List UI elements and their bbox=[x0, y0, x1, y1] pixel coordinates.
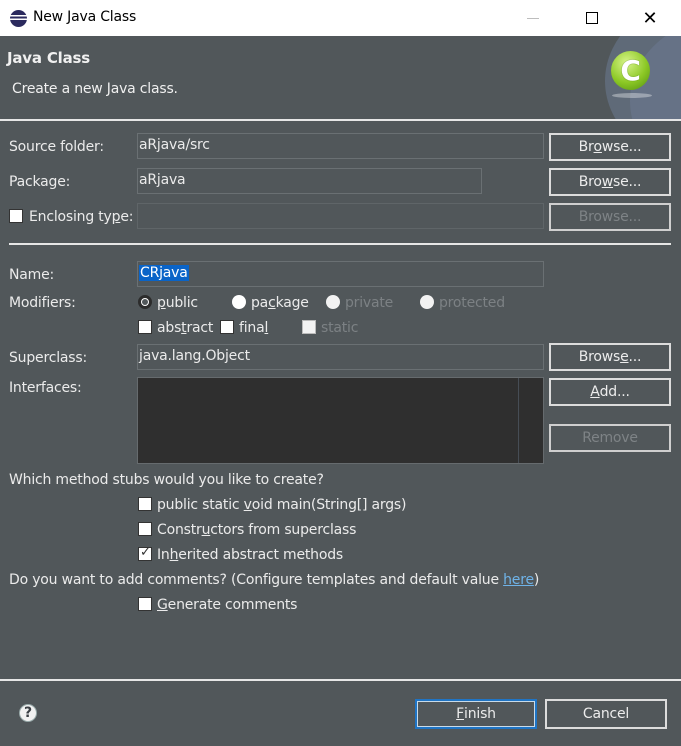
abstract-checkbox[interactable] bbox=[138, 320, 152, 334]
wizard-header: Java Class Create a new Java class. C bbox=[0, 36, 681, 120]
package-modifier-label: package bbox=[251, 295, 309, 311]
inherited-abstract-checkbox[interactable] bbox=[138, 545, 152, 561]
title-bar: New Java Class ✕ bbox=[0, 0, 681, 36]
maximize-button[interactable] bbox=[569, 0, 615, 36]
wizard-title: Java Class bbox=[7, 49, 90, 67]
package-radio[interactable] bbox=[232, 295, 246, 309]
add-interface-button[interactable]: Add... bbox=[549, 378, 671, 406]
private-radio[interactable] bbox=[326, 295, 340, 309]
enclosing-type-label: Enclosing type: bbox=[29, 209, 134, 225]
enclosing-type-checkbox[interactable] bbox=[9, 209, 23, 223]
superclass-input[interactable]: java.lang.Object bbox=[137, 344, 544, 370]
enclosing-type-input[interactable] bbox=[137, 203, 544, 229]
static-checkbox[interactable] bbox=[302, 320, 316, 334]
java-class-icon: C bbox=[611, 51, 650, 90]
main-method-label: public static void main(String[] args) bbox=[157, 497, 407, 513]
footer-separator bbox=[0, 679, 681, 681]
static-label: static bbox=[321, 320, 359, 336]
final-label: final bbox=[239, 320, 269, 336]
badge-shadow bbox=[612, 93, 652, 98]
finish-button[interactable]: Finish bbox=[415, 699, 537, 729]
package-input[interactable]: aRjava bbox=[137, 168, 482, 194]
superclass-browse-button[interactable]: Brows e... bbox=[549, 343, 671, 371]
source-folder-input[interactable]: aRjava/src bbox=[137, 133, 544, 159]
abstract-label: abstract bbox=[157, 320, 214, 336]
stubs-question: Which method stubs would you like to cre… bbox=[9, 472, 324, 488]
interfaces-label: Interfaces: bbox=[9, 380, 82, 396]
generate-comments-label: Generate comments bbox=[157, 597, 298, 613]
inherited-abstract-label: Inherited abstract methods bbox=[157, 547, 343, 563]
final-checkbox[interactable] bbox=[220, 320, 234, 334]
source-folder-browse-button[interactable]: Br o wse... bbox=[549, 133, 671, 161]
close-icon: ✕ bbox=[642, 7, 658, 29]
protected-label: protected bbox=[439, 295, 505, 311]
header-separator bbox=[0, 119, 681, 121]
help-icon[interactable]: ? bbox=[19, 704, 37, 722]
public-radio[interactable] bbox=[138, 295, 152, 309]
package-label: Package: bbox=[9, 174, 71, 190]
generate-comments-checkbox[interactable] bbox=[138, 597, 152, 611]
maximize-icon bbox=[586, 12, 598, 24]
constructors-label: Constructors from superclass bbox=[157, 522, 357, 538]
window-title: New Java Class bbox=[33, 9, 137, 25]
cancel-button[interactable]: Cancel bbox=[545, 699, 667, 729]
name-selected-text: CRjava bbox=[139, 265, 189, 281]
close-button[interactable]: ✕ bbox=[627, 0, 673, 36]
main-method-checkbox[interactable] bbox=[138, 497, 152, 511]
superclass-label: Superclass: bbox=[9, 350, 87, 366]
comments-question: Do you want to add comments? (Configure … bbox=[9, 572, 540, 588]
constructors-checkbox[interactable] bbox=[138, 522, 152, 536]
interfaces-list[interactable] bbox=[137, 377, 544, 464]
name-label: Name: bbox=[9, 267, 55, 283]
protected-radio[interactable] bbox=[420, 295, 434, 309]
private-label: private bbox=[345, 295, 394, 311]
minimize-icon bbox=[527, 17, 539, 19]
wizard-description: Create a new Java class. bbox=[12, 81, 178, 97]
modifiers-label: Modifiers: bbox=[9, 295, 76, 311]
form-separator bbox=[9, 243, 671, 245]
templates-link[interactable]: here bbox=[503, 572, 534, 588]
source-folder-label: Source folder: bbox=[9, 139, 104, 155]
public-label: public bbox=[157, 295, 198, 311]
enclosing-type-browse-button[interactable]: Browse... bbox=[549, 203, 671, 231]
remove-interface-button[interactable]: Remove bbox=[549, 424, 671, 452]
package-browse-button[interactable]: Bro w se... bbox=[549, 168, 671, 196]
name-input[interactable]: CRjava bbox=[137, 261, 544, 287]
minimize-button[interactable] bbox=[510, 0, 556, 36]
interfaces-scrollbar[interactable] bbox=[518, 378, 543, 463]
eclipse-icon bbox=[10, 10, 27, 27]
